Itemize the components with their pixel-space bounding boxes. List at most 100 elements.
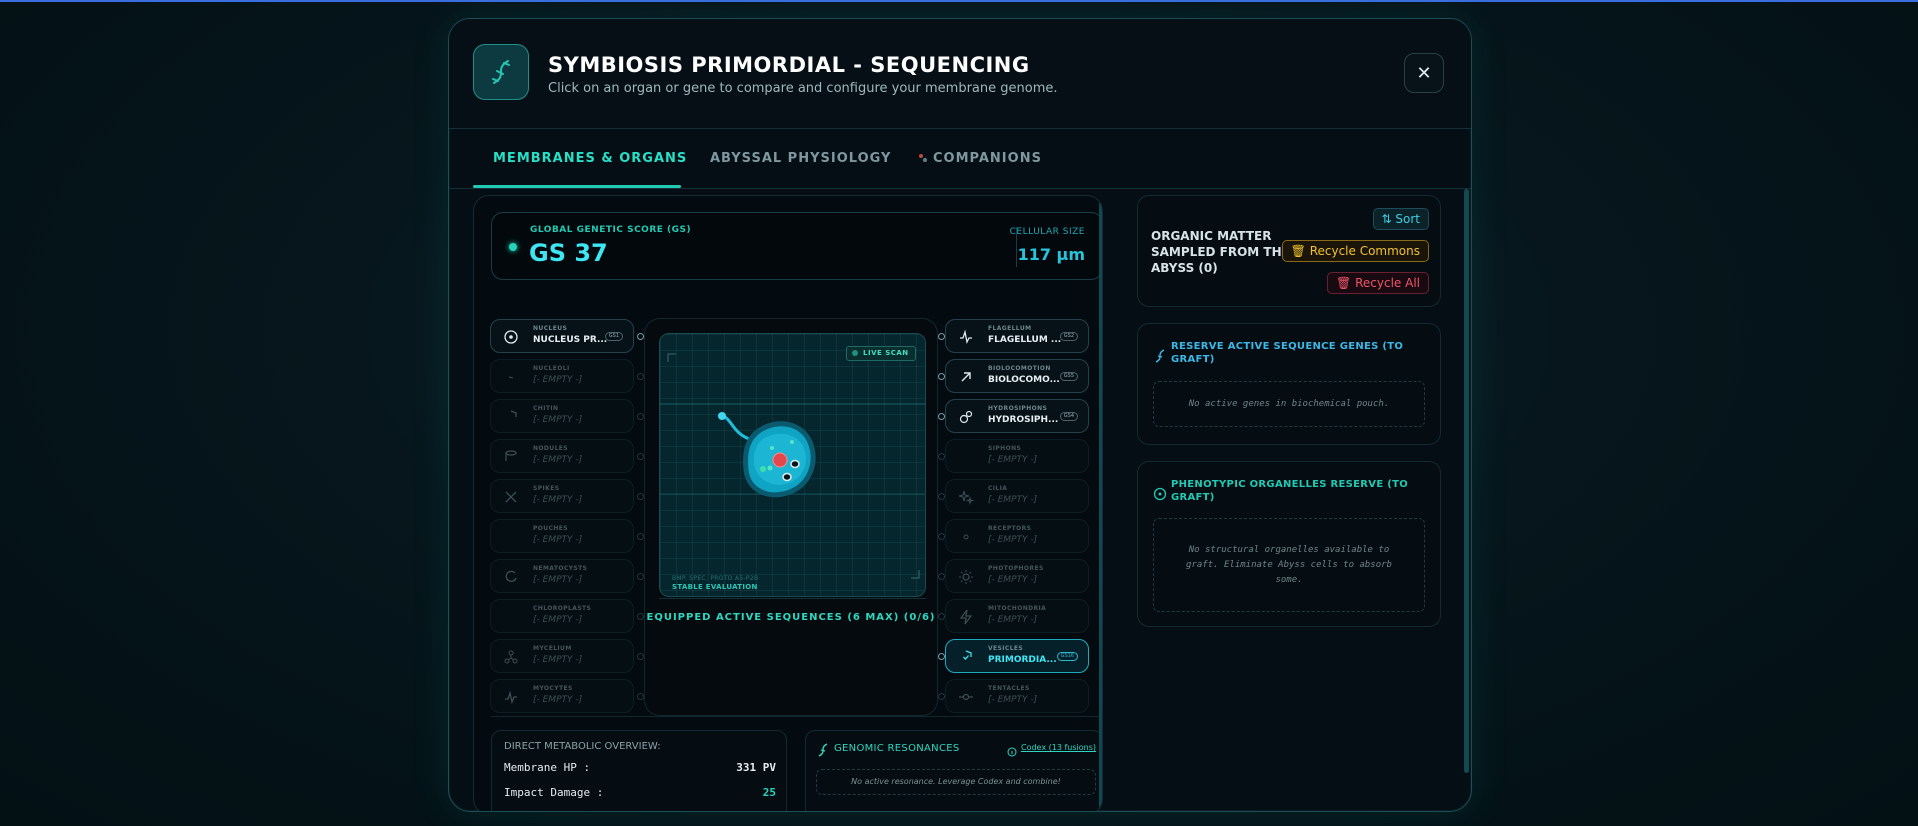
scrollbar[interactable] [1464, 189, 1469, 773]
slot-category: CILIA [988, 485, 1008, 492]
crossed-swords-icon [503, 489, 519, 505]
cell-scan-svg [660, 353, 925, 579]
organ-slot-chloroplasts[interactable]: CHLOROPLASTS [- EMPTY -] [490, 599, 634, 633]
cellular-size-label: CELLULAR SIZE [1009, 227, 1085, 237]
slot-category: RECEPTORS [988, 525, 1032, 532]
genome-panel: GLOBAL GENETIC SCORE (GS) GS 37 CELLULAR… [473, 195, 1103, 811]
recycle-all-label: Recycle All [1355, 276, 1420, 290]
slot-connector [938, 693, 945, 700]
organ-slot-siphons[interactable]: SIPHONS [- EMPTY -] [945, 439, 1089, 473]
slot-category: BIOLOCOMOTION [988, 365, 1051, 372]
slot-category: NEMATOCYSTS [533, 565, 588, 572]
sort-button[interactable]: ⇅ Sort [1372, 208, 1429, 230]
tab-companions[interactable]: COMPANIONS [917, 151, 1042, 168]
leaf-icon [503, 609, 519, 625]
shield-check-icon [958, 649, 974, 665]
status-dot [509, 243, 517, 251]
organ-slot-mitochondria[interactable]: MITOCHONDRIA [- EMPTY -] [945, 599, 1089, 633]
recycle-commons-button[interactable]: 🗑 Recycle Commons [1281, 240, 1429, 262]
scan-status-label: STABLE EVALUATION [672, 583, 758, 591]
slot-connector [938, 413, 945, 420]
lightning-icon [958, 609, 974, 625]
genetic-score-label: GLOBAL GENETIC SCORE (GS) [530, 225, 692, 235]
organic-matter-title: ORGANIC MATTER SAMPLED FROM THE ABYSS (0… [1151, 229, 1290, 275]
swirl-icon [503, 569, 519, 585]
cellular-size-value: 117 µm [1017, 245, 1085, 264]
cell-scan-screen[interactable]: LIVE SCAN BMP. SPEC. PROTO A5-P2B STABLE… [659, 333, 926, 597]
organ-slot-cilia[interactable]: CILIA [- EMPTY -] [945, 479, 1089, 513]
tab-abyssal-physiology[interactable]: ABYSSAL PHYSIOLOGY [710, 151, 891, 166]
stat-row-hp: Membrane HP : 331 PV [504, 761, 776, 774]
slot-category: FLAGELLUM [988, 325, 1032, 332]
organ-slot-flagellum[interactable]: FLAGELLUM FLAGELLUM ... GS2 [945, 319, 1089, 353]
slot-connector [637, 493, 644, 500]
recycle-all-button[interactable]: 🗑 Recycle All [1327, 272, 1429, 294]
slot-connector [637, 653, 644, 660]
organ-slot-tentacles[interactable]: TENTACLES [- EMPTY -] [945, 679, 1089, 713]
trash-icon: 🗑 [1290, 244, 1310, 258]
slot-category: PHOTOPHORES [988, 565, 1044, 572]
slot-value: [- EMPTY -] [533, 415, 583, 425]
gs-badge: GS2 [1059, 332, 1078, 341]
organ-slot-nucleoli[interactable]: NUCLEOLI [- EMPTY -] [490, 359, 634, 393]
tab-companions-label: COMPANIONS [933, 151, 1042, 166]
dna-icon [503, 369, 519, 385]
slot-value: [- EMPTY -] [533, 375, 583, 385]
slot-value: HYDROSIPH... [988, 415, 1059, 425]
organ-slot-spikes[interactable]: SPIKES [- EMPTY -] [490, 479, 634, 513]
resonance-empty-state: No active resonance. Leverage Codex and … [816, 769, 1096, 795]
organ-slot-pouches[interactable]: POUCHES [- EMPTY -] [490, 519, 634, 553]
genomic-resonances: GENOMIC RESONANCES Codex (13 fusions) No… [805, 730, 1102, 811]
organ-slot-hydrosiphons[interactable]: HYDROSIPHONS HYDROSIPH... GS4 [945, 399, 1089, 433]
slot-category: VESICLES [988, 645, 1024, 652]
slot-connector [637, 693, 644, 700]
metabolic-overview-title: DIRECT METABOLIC OVERVIEW: [504, 741, 661, 752]
organ-slot-biolocomotion[interactable]: BIOLOCOMOTION BIOLOCOMO... GS5 [945, 359, 1089, 393]
tab-membranes-organs[interactable]: MEMBRANES & ORGANS [493, 151, 687, 166]
stat-value: 331 PV [736, 761, 776, 774]
close-button[interactable]: ✕ [1404, 53, 1444, 93]
slot-category: SPIKES [533, 485, 560, 492]
organ-slot-mycelium[interactable]: MYCELIUM [- EMPTY -] [490, 639, 634, 673]
organic-matter-panel: ORGANIC MATTER SAMPLED FROM THE ABYSS (0… [1137, 195, 1441, 307]
slot-category: MYOCYTES [533, 685, 573, 692]
slot-category: POUCHES [533, 525, 569, 532]
slot-category: MITOCHONDRIA [988, 605, 1047, 612]
slot-connector [637, 613, 644, 620]
slot-value: [- EMPTY -] [533, 615, 583, 625]
close-icon: ✕ [1416, 62, 1432, 84]
reserve-genes-empty: No active genes in biochemical pouch. [1153, 381, 1425, 427]
organ-slot-nodules[interactable]: NODULES [- EMPTY -] [490, 439, 634, 473]
activity-icon [958, 329, 974, 345]
slot-connector [637, 373, 644, 380]
sparkles-icon [958, 489, 974, 505]
recycle-commons-label: Recycle Commons [1309, 244, 1420, 258]
target-icon [503, 329, 519, 345]
organ-slot-receptors[interactable]: RECEPTORS [- EMPTY -] [945, 519, 1089, 553]
slot-category: MYCELIUM [533, 645, 572, 652]
organ-slot-chitin[interactable]: CHITIN [- EMPTY -] [490, 399, 634, 433]
organ-slot-photophores[interactable]: PHOTOPHORES [- EMPTY -] [945, 559, 1089, 593]
slot-connector [938, 333, 945, 340]
slot-value: PRIMORDIA... [988, 655, 1057, 665]
slot-category: NUCLEOLI [533, 365, 570, 372]
eye-icon [958, 529, 974, 545]
reserve-genes-panel: RESERVE ACTIVE SEQUENCE GENES (TO GRAFT)… [1137, 323, 1441, 445]
organ-slot-nematocysts[interactable]: NEMATOCYSTS [- EMPTY -] [490, 559, 634, 593]
equipped-sequences-label: EQUIPPED ACTIVE SEQUENCES (6 MAX) (0/6) [646, 612, 936, 623]
slot-value: [- EMPTY -] [988, 535, 1038, 545]
slot-connector [938, 573, 945, 580]
organ-slot-vesicles[interactable]: VESICLES PRIMORDIA... GS16 [945, 639, 1089, 673]
panel-divider [491, 716, 1102, 717]
organ-slot-myocytes[interactable]: MYOCYTES [- EMPTY -] [490, 679, 634, 713]
slot-value: [- EMPTY -] [988, 615, 1038, 625]
droplet-icon [503, 529, 519, 545]
dna-icon [1153, 348, 1167, 367]
organelles-reserve-title: PHENOTYPIC ORGANELLES RESERVE (TO GRAFT) [1171, 479, 1409, 503]
database-icon [503, 449, 519, 465]
paw-icon [917, 152, 929, 168]
codex-link[interactable]: Codex (13 fusions) [1021, 743, 1096, 752]
network-icon [503, 649, 519, 665]
organ-slot-nucleus[interactable]: NUCLEUS NUCLEUS PR... GS1 [490, 319, 634, 353]
slot-value: BIOLOCOMO... [988, 375, 1060, 385]
